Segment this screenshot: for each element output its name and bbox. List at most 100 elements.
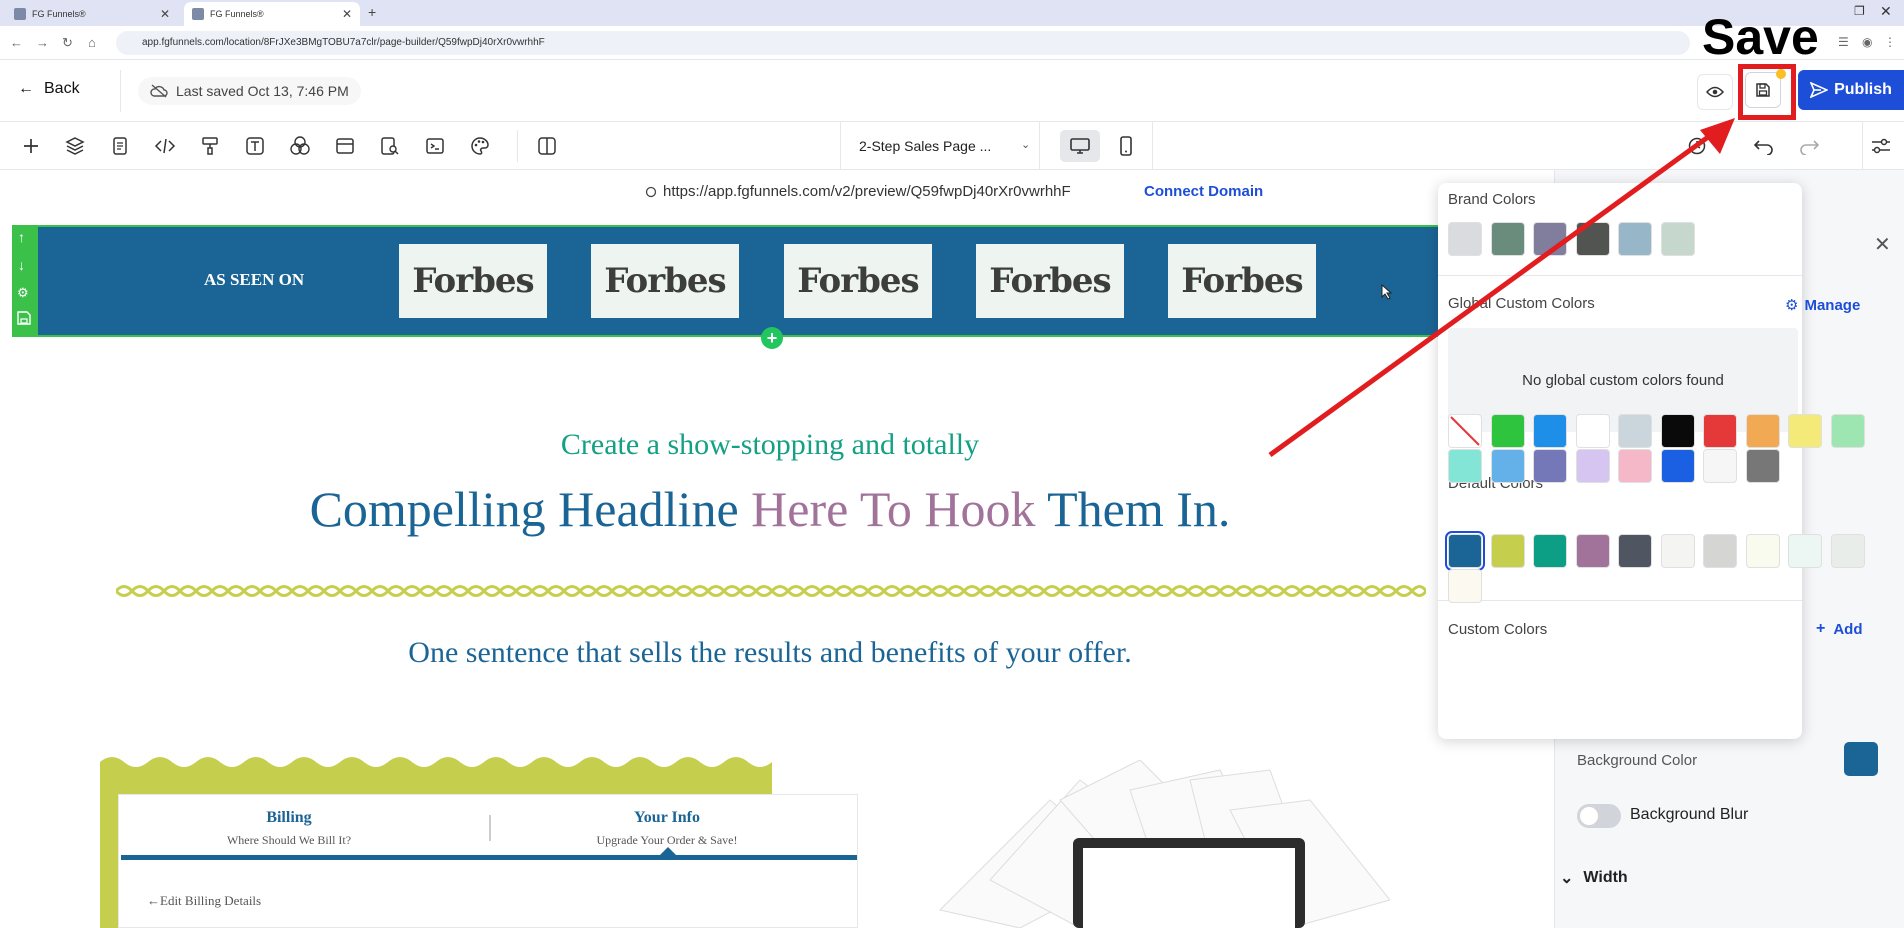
layers-icon[interactable]: [63, 134, 87, 158]
text-icon[interactable]: [243, 134, 267, 158]
search-doc-icon[interactable]: [378, 134, 402, 158]
tab-title: FG Funnels®: [210, 9, 264, 19]
paint-roller-icon[interactable]: [198, 134, 222, 158]
last-saved-text: Last saved Oct 13, 7:46 PM: [176, 83, 349, 99]
back-button[interactable]: ← Back: [18, 80, 80, 98]
custom-color-swatch[interactable]: [1445, 531, 1485, 571]
edit-billing-link[interactable]: ←Edit Billing Details: [147, 893, 261, 909]
eye-icon: [1706, 86, 1724, 98]
divider: [1438, 600, 1802, 601]
custom-color-swatch[interactable]: [1788, 534, 1822, 568]
code-icon[interactable]: [153, 134, 177, 158]
close-window-icon[interactable]: ✕: [1880, 3, 1892, 20]
monitor-icon: [1069, 137, 1091, 155]
custom-color-swatch[interactable]: [1533, 534, 1567, 568]
desktop-view-button[interactable]: [1060, 130, 1100, 162]
chevron-down-icon: ⌄: [1560, 870, 1574, 887]
browser-tab-active[interactable]: FG Funnels® ✕: [184, 2, 360, 26]
custom-color-swatch[interactable]: [1448, 569, 1482, 603]
plus-icon[interactable]: [19, 134, 43, 158]
custom-color-swatch[interactable]: [1490, 534, 1525, 568]
step-billing[interactable]: Billing Where Should We Bill It?: [119, 809, 459, 848]
custom-color-swatch[interactable]: [1575, 534, 1610, 568]
background-blur-label: Background Blur: [1630, 806, 1749, 823]
home-icon[interactable]: ⌂: [88, 35, 96, 50]
custom-color-swatch[interactable]: [1618, 534, 1652, 568]
divider: [1152, 122, 1153, 170]
browser-menu-icon[interactable]: ⋮: [1884, 35, 1896, 49]
close-icon[interactable]: ✕: [1874, 232, 1891, 257]
forbes-logo: Forbes: [591, 244, 739, 318]
palette-icon[interactable]: [468, 134, 492, 158]
gear-icon: ⚙: [1785, 297, 1799, 314]
favicon-icon: [14, 8, 26, 20]
page-selector[interactable]: 2-Step Sales Page ... ⌄: [840, 122, 1040, 170]
default-color-swatch[interactable]: [1830, 414, 1865, 448]
split-view-icon[interactable]: [535, 134, 559, 158]
url-field[interactable]: app.fgfunnels.com/location/8FrJXe3BMgTOB…: [116, 31, 1690, 55]
custom-color-swatch[interactable]: [1745, 534, 1780, 568]
browser-tab-bar: FG Funnels® ✕ FG Funnels® ✕ + ❐ ✕: [0, 0, 1904, 26]
preview-button[interactable]: [1697, 74, 1733, 110]
undo-icon[interactable]: [1752, 134, 1776, 158]
manage-link[interactable]: ⚙ Manage: [1785, 296, 1861, 315]
default-color-swatch[interactable]: [1745, 414, 1780, 448]
close-tab-icon[interactable]: ✕: [342, 7, 352, 21]
page-icon[interactable]: [108, 134, 132, 158]
floppy-disk-icon[interactable]: [17, 311, 31, 325]
terminal-icon[interactable]: [423, 134, 447, 158]
circle-icon: [645, 186, 657, 198]
browser-forward-icon[interactable]: →: [36, 35, 49, 50]
offer-sentence[interactable]: One sentence that sells the results and …: [0, 636, 1540, 670]
headline-accent: Here To Hook: [751, 481, 1036, 537]
back-label: Back: [44, 80, 80, 97]
mobile-view-button[interactable]: [1108, 130, 1144, 162]
connect-domain-link[interactable]: Connect Domain: [1144, 183, 1263, 200]
step-your-info[interactable]: Your Info Upgrade Your Order & Save!: [497, 809, 837, 848]
settings-sliders-icon[interactable]: [1869, 134, 1893, 158]
headline[interactable]: Compelling Headline Here To Hook Them In…: [0, 480, 1540, 538]
arrow-left-icon: ←: [18, 80, 34, 97]
browser-back-icon[interactable]: ←: [10, 35, 23, 50]
default-color-swatch[interactable]: [1788, 414, 1822, 448]
step-title: Billing: [266, 809, 312, 826]
restore-window-icon[interactable]: ❐: [1854, 4, 1865, 18]
divider: [489, 815, 491, 841]
move-up-icon[interactable]: ↑: [18, 229, 25, 245]
custom-color-swatch[interactable]: [1830, 534, 1865, 568]
profile-icon[interactable]: ◉: [1862, 35, 1872, 49]
add-color-link[interactable]: + Add: [1816, 620, 1863, 638]
browser-window-icon[interactable]: [333, 134, 357, 158]
background-color-swatch[interactable]: [1844, 742, 1878, 776]
product-mockup-image: [939, 760, 1390, 928]
forbes-logo: Forbes: [399, 244, 547, 318]
custom-color-swatch[interactable]: [1703, 534, 1737, 568]
custom-color-swatch[interactable]: [1660, 534, 1695, 568]
move-down-icon[interactable]: ↓: [18, 257, 25, 273]
extensions-icon[interactable]: ☰: [1838, 35, 1849, 49]
arrow-left-icon: ←: [147, 893, 160, 908]
add-section-button[interactable]: +: [761, 327, 783, 349]
preview-url[interactable]: https://app.fgfunnels.com/v2/preview/Q59…: [645, 183, 1071, 200]
browser-address-bar: ← → ↻ ⌂ app.fgfunnels.com/location/8FrJX…: [0, 26, 1904, 60]
new-tab-icon[interactable]: +: [368, 4, 376, 20]
reload-icon[interactable]: ↻: [62, 35, 73, 51]
step-subtitle: Upgrade Your Order & Save!: [596, 833, 738, 847]
background-blur-toggle[interactable]: [1577, 804, 1621, 828]
manage-label: Manage: [1804, 296, 1861, 314]
forbes-logo: Forbes: [784, 244, 932, 318]
circles-icon[interactable]: [288, 134, 312, 158]
redo-icon[interactable]: [1797, 134, 1821, 158]
close-tab-icon[interactable]: ✕: [160, 7, 170, 21]
step-title: Your Info: [634, 809, 700, 826]
browser-tab[interactable]: FG Funnels® ✕: [6, 2, 178, 26]
gear-icon[interactable]: ⚙: [17, 285, 29, 301]
as-seen-on-label: AS SEEN ON: [204, 270, 305, 289]
publish-button[interactable]: Publish: [1798, 70, 1904, 110]
publish-label: Publish: [1834, 81, 1892, 98]
add-label: Add: [1833, 620, 1863, 638]
tab-title: FG Funnels®: [32, 9, 86, 19]
width-section-header[interactable]: ⌄ Width: [1560, 868, 1628, 888]
default-color-swatch[interactable]: [1745, 449, 1780, 483]
section-controls: ↑ ↓ ⚙: [12, 225, 38, 337]
